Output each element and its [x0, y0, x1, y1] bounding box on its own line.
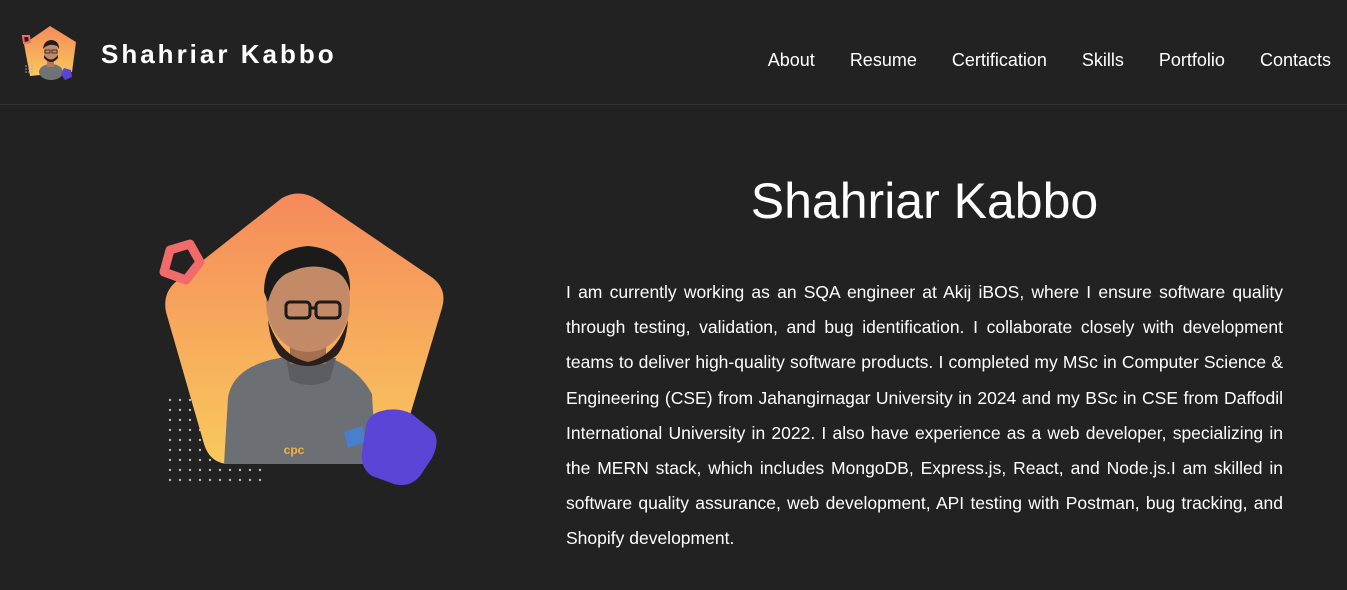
nav-link-portfolio[interactable]: Portfolio: [1159, 46, 1225, 74]
nav-link-contacts[interactable]: Contacts: [1260, 46, 1331, 74]
main-nav: About Resume Certification Skills Portfo…: [733, 46, 1331, 74]
brand[interactable]: Shahriar Kabbo: [18, 22, 337, 86]
nav-link-certification[interactable]: Certification: [952, 46, 1047, 74]
nav-link-skills[interactable]: Skills: [1082, 46, 1124, 74]
nav-link-resume[interactable]: Resume: [850, 46, 917, 74]
blue-pentagon-decoration: [361, 409, 437, 485]
coral-pentagon-outline: [159, 239, 205, 285]
nav-link-about[interactable]: About: [768, 46, 815, 74]
brand-name[interactable]: Shahriar Kabbo: [101, 39, 337, 70]
hero-title: Shahriar Kabbo: [750, 173, 1099, 229]
brand-avatar[interactable]: [18, 22, 82, 86]
profile-illustration: cpc: [159, 193, 444, 485]
hero-bio: I am currently working as an SQA enginee…: [566, 282, 1283, 549]
site-header: Shahriar Kabbo About Resume Certificatio…: [0, 0, 1347, 105]
shirt-logo-text: cpc: [284, 443, 305, 457]
